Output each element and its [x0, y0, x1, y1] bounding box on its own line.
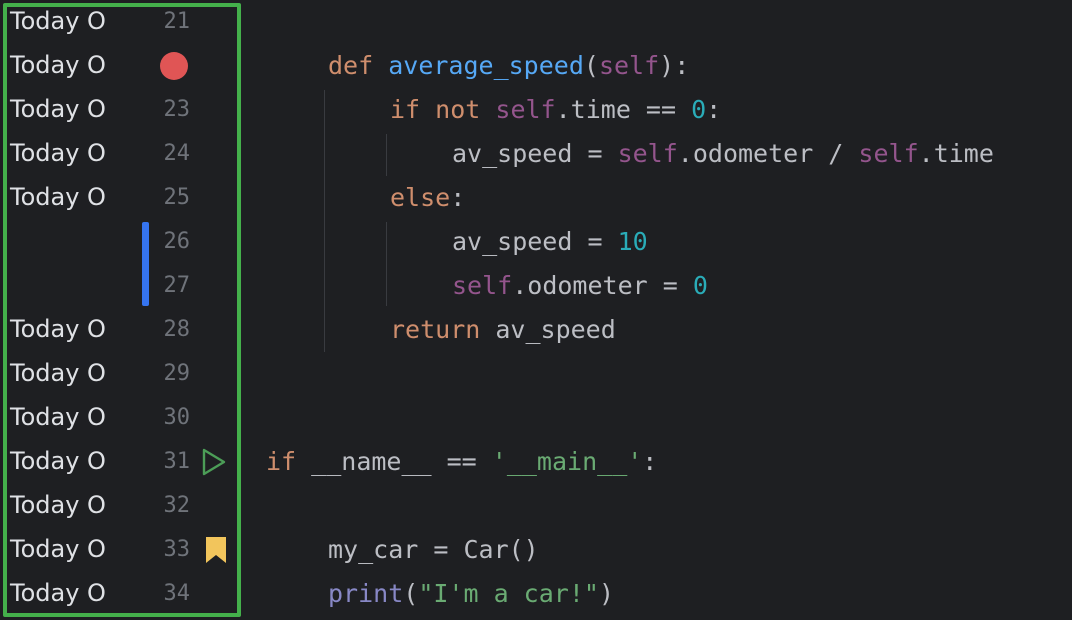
paren-close: ): [598, 579, 615, 608]
gutter-line[interactable]: Today O 30: [0, 396, 260, 440]
code-fragment: av_speed =: [452, 227, 618, 256]
keyword-if: if: [266, 447, 297, 476]
line-number: 29: [163, 361, 191, 386]
gutter-line[interactable]: Today O 33: [0, 528, 260, 572]
blame-annotation[interactable]: Today O: [10, 402, 106, 432]
paren-close: ):: [659, 51, 690, 80]
code-fragment: .time ==: [555, 95, 692, 124]
code-fragment: av_speed =: [452, 139, 618, 168]
self-param: self: [598, 51, 660, 80]
gutter-line[interactable]: Today O 24: [0, 132, 260, 176]
blame-annotation[interactable]: Today O: [10, 358, 106, 388]
blame-annotation[interactable]: Today O: [10, 446, 106, 476]
line-number: 32: [163, 493, 191, 518]
line-number: 34: [163, 581, 191, 606]
code-fragment: .odometer /: [677, 139, 859, 168]
blame-annotation[interactable]: Today O: [10, 490, 106, 520]
line-number: 23: [163, 97, 191, 122]
keyword-else: else: [390, 183, 451, 212]
gutter-line[interactable]: 26: [0, 220, 260, 264]
gutter-line[interactable]: Today O 31: [0, 440, 260, 484]
code-fragment: :: [706, 95, 722, 124]
gutter-line[interactable]: Today O 21: [0, 0, 260, 44]
blame-annotation[interactable]: Today O: [10, 314, 106, 344]
bookmark-icon[interactable]: [205, 536, 227, 564]
number-literal: 10: [617, 227, 648, 256]
code-text-area[interactable]: def average_speed(self): if not self.tim…: [262, 0, 1072, 620]
builtin-print: print: [328, 579, 404, 608]
string-literal: '__main__': [491, 447, 643, 476]
line-number: 25: [163, 185, 191, 210]
gutter-line[interactable]: Today O 32: [0, 484, 260, 528]
code-fragment: .time: [918, 139, 994, 168]
gutter-line[interactable]: 27: [0, 264, 260, 308]
string-literal: "I'm a car!": [418, 579, 599, 608]
breakpoint-icon[interactable]: [160, 52, 188, 80]
line-number: 27: [163, 273, 191, 298]
indent-guide: [324, 90, 325, 352]
paren-open: (: [403, 579, 419, 608]
line-number: 33: [163, 537, 191, 562]
gutter-line[interactable]: Today O 29: [0, 352, 260, 396]
code-fragment: :: [642, 447, 658, 476]
blame-annotation[interactable]: Today O: [10, 578, 106, 608]
gutter-line[interactable]: Today O 23: [0, 88, 260, 132]
number-literal: 0: [691, 95, 707, 124]
code-fragment: av_speed: [480, 315, 616, 344]
function-name: average_speed: [388, 51, 584, 80]
keyword-if: if: [390, 95, 421, 124]
code-editor[interactable]: Today O 21 Today O Today O 23 Today O 24…: [0, 0, 1072, 620]
self-ref: self: [858, 139, 919, 168]
line-number: 30: [163, 405, 191, 430]
keyword-return: return: [390, 315, 481, 344]
blame-annotation[interactable]: Today O: [10, 50, 106, 80]
paren-open: (: [583, 51, 599, 80]
self-ref: self: [495, 95, 556, 124]
code-fragment: __name__ ==: [296, 447, 492, 476]
blame-annotation[interactable]: Today O: [10, 534, 106, 564]
line-number: 26: [163, 229, 191, 254]
line-number: 31: [163, 449, 191, 474]
gutter-line[interactable]: Today O 25: [0, 176, 260, 220]
blame-annotation[interactable]: Today O: [10, 94, 106, 124]
self-ref: self: [617, 139, 678, 168]
blame-annotation[interactable]: Today O: [10, 6, 106, 36]
code-fragment: .odometer =: [512, 271, 693, 300]
gutter-line[interactable]: Today O: [0, 44, 260, 88]
number-literal: 0: [692, 271, 708, 300]
line-number: 21: [163, 9, 191, 34]
blame-annotation[interactable]: Today O: [10, 182, 106, 212]
editor-gutter[interactable]: Today O 21 Today O Today O 23 Today O 24…: [0, 0, 260, 620]
keyword-not: not: [435, 95, 481, 124]
gutter-line[interactable]: Today O 28: [0, 308, 260, 352]
keyword-def: def: [328, 51, 374, 80]
line-number: 24: [163, 141, 191, 166]
indent-guide: [386, 222, 387, 306]
indent-guide: [386, 134, 387, 176]
code-fragment: :: [450, 183, 466, 212]
code-fragment: my_car = Car(): [328, 535, 539, 564]
line-number: 28: [163, 317, 191, 342]
run-icon[interactable]: [200, 446, 228, 478]
blame-annotation[interactable]: Today O: [10, 138, 106, 168]
self-ref: self: [452, 271, 513, 300]
gutter-line[interactable]: Today O 34: [0, 572, 260, 616]
